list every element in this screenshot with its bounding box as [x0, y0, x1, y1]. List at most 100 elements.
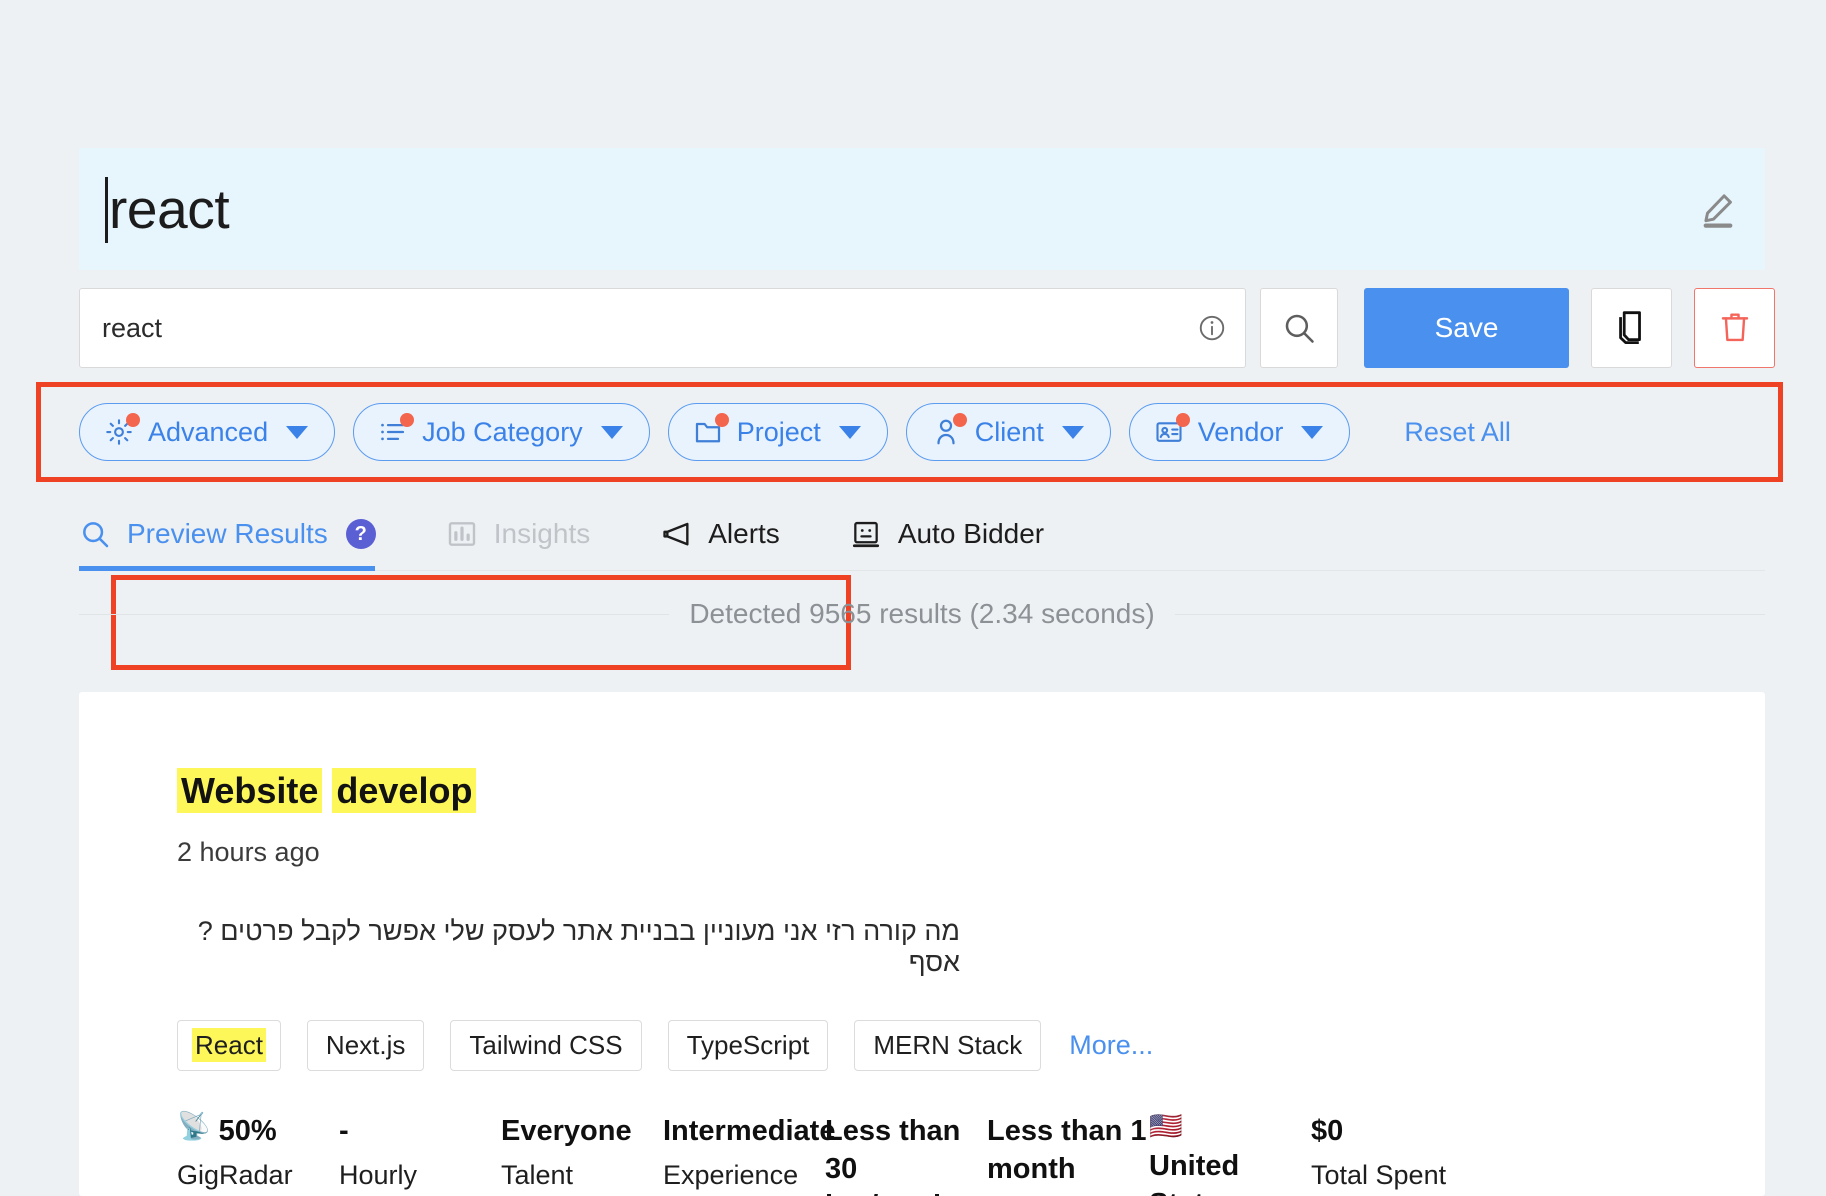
reset-all-button[interactable]: Reset All	[1404, 417, 1511, 448]
skill-tag[interactable]: Tailwind CSS	[450, 1020, 642, 1071]
tab-label: Insights	[493, 518, 591, 549]
tab-auto-bidder[interactable]: Auto Bidder	[850, 518, 1070, 550]
search-input[interactable]: react	[79, 288, 1246, 368]
filter-chip-advanced[interactable]: Advanced	[79, 403, 336, 461]
tab-alerts[interactable]: Alerts	[660, 518, 806, 550]
robot-icon	[850, 518, 882, 550]
notification-dot	[1175, 413, 1190, 427]
meta-label-wrap: GigRadar Score	[177, 1157, 339, 1196]
chevron-down-icon	[1061, 425, 1084, 439]
chevron-down-icon	[600, 425, 623, 439]
person-icon	[931, 413, 967, 447]
job-posted-time: 2 hours ago	[177, 837, 320, 867]
meta-label: Experience Level	[663, 1159, 799, 1190]
skill-tag[interactable]: MERN Stack	[854, 1020, 1042, 1071]
meta-duration: Less than 1 month Duration	[987, 1113, 1149, 1196]
saved-search-title-banner[interactable]: react	[79, 148, 1765, 270]
filter-chip-project[interactable]: Project	[667, 403, 888, 461]
more-skills-link[interactable]: More...	[1069, 1030, 1153, 1061]
filter-chip-label: Advanced	[148, 416, 269, 447]
meta-hourly: - Hourly	[339, 1113, 501, 1196]
job-title-word: Website	[177, 768, 323, 813]
id-card-icon	[1154, 413, 1190, 447]
filter-chip-label: Vendor	[1197, 416, 1284, 447]
chart-icon	[446, 518, 478, 550]
search-input-value: react	[102, 312, 163, 343]
job-skill-tags: React Next.js Tailwind CSS TypeScript ME…	[177, 1020, 1765, 1071]
active-tab-underline	[79, 566, 375, 571]
chevron-down-icon	[838, 425, 861, 439]
app-root: react react Save Advanced Job Category P…	[0, 0, 1826, 1196]
skill-tag-label: React	[192, 1028, 266, 1062]
info-circle-icon[interactable]	[1197, 313, 1227, 343]
satellite-dish-icon: 📡	[177, 1111, 211, 1141]
detected-results-text: Detected 9565 results (2.34 seconds)	[689, 598, 1155, 629]
meta-label: GigRadar Score	[177, 1159, 293, 1190]
meta-talent-preference: Everyone Talent Preference	[501, 1113, 663, 1196]
meta-value: $0	[1311, 1115, 1344, 1147]
meta-label: Total Spent	[1311, 1159, 1447, 1190]
meta-label: Hourly	[339, 1159, 418, 1190]
tab-label: Auto Bidder	[897, 518, 1045, 549]
duplicate-icon[interactable]	[1591, 288, 1672, 368]
filter-chip-label: Project	[736, 416, 821, 447]
meta-value: Less than 1 month	[987, 1115, 1147, 1185]
filter-chip-job-category[interactable]: Job Category	[353, 403, 650, 461]
pencil-edit-icon[interactable]	[1697, 188, 1739, 230]
tab-label: Preview Results	[127, 518, 328, 549]
meta-value: Everyone	[501, 1115, 632, 1147]
tab-insights[interactable]: Insights	[446, 518, 617, 550]
filter-chip-label: Job Category	[422, 416, 583, 447]
meta-experience-level: Intermediate Experience Level	[663, 1113, 835, 1196]
notification-dot	[714, 413, 729, 427]
search-toolbar: react Save	[79, 288, 1775, 368]
divider-left	[79, 613, 670, 615]
job-meta-row: 📡 50% GigRadar Score	[177, 1113, 1765, 1196]
tab-preview-results[interactable]: Preview Results ?	[79, 518, 402, 550]
chevron-down-icon	[1301, 425, 1324, 439]
meta-value: 50%	[218, 1115, 277, 1147]
job-description: מה קורה רזי אני מעוניין בבניית אתר לעסק …	[197, 916, 960, 977]
meta-value: -	[339, 1115, 349, 1147]
folder-icon	[693, 413, 729, 447]
notification-dot	[400, 413, 415, 427]
meta-value: Less than 30 hrs/week	[825, 1115, 961, 1196]
filter-chip-bar: Advanced Job Category Project Client Ven…	[79, 395, 1511, 469]
trash-icon[interactable]	[1694, 288, 1775, 368]
megaphone-icon	[660, 518, 692, 550]
job-title[interactable]: Website develop	[177, 768, 1765, 813]
help-badge-icon[interactable]: ?	[345, 519, 376, 549]
search-button[interactable]	[1260, 288, 1338, 368]
gear-icon	[104, 413, 140, 447]
skill-tag[interactable]: TypeScript	[667, 1020, 829, 1071]
filter-chip-label: Client	[974, 416, 1044, 447]
meta-hourly-load: Less than 30 hrs/week Hourly Load	[825, 1113, 987, 1196]
job-title-word: develop	[332, 768, 477, 813]
flag-icon: 🇺🇸	[1149, 1111, 1183, 1141]
divider-right	[1174, 613, 1766, 615]
skill-tag[interactable]: Next.js	[306, 1020, 425, 1071]
text-cursor	[105, 177, 108, 243]
filter-chip-vendor[interactable]: Vendor	[1128, 403, 1351, 461]
filter-chip-client[interactable]: Client	[905, 403, 1111, 461]
tab-bar: Preview Results ? Insights Alerts Auto B…	[79, 498, 1070, 570]
job-result-card[interactable]: Website develop 2 hours ago מה קורה רזי …	[79, 692, 1765, 1196]
page-title: react	[109, 177, 230, 240]
meta-total-spent: $0 Total Spent	[1311, 1113, 1473, 1196]
list-icon	[378, 413, 415, 447]
skill-tag[interactable]: React	[177, 1020, 281, 1071]
detected-results-row: Detected 9565 results (2.34 seconds)	[79, 598, 1766, 630]
notification-dot	[126, 413, 140, 427]
chevron-down-icon	[286, 425, 309, 439]
meta-value-wrap: 🇺🇸 United States	[1149, 1113, 1311, 1196]
meta-country: 🇺🇸 United States Country	[1149, 1113, 1311, 1196]
meta-value: United States	[1149, 1150, 1240, 1196]
notification-dot	[952, 413, 967, 427]
meta-gigradar-score: 📡 50% GigRadar Score	[177, 1113, 339, 1196]
meta-value-wrap: 📡 50%	[177, 1113, 339, 1151]
magnifier-icon	[79, 518, 111, 550]
meta-value: Intermediate	[663, 1115, 836, 1147]
save-button[interactable]: Save	[1364, 288, 1569, 368]
meta-label: Talent Preference	[501, 1159, 574, 1190]
tab-label: Alerts	[708, 518, 780, 549]
